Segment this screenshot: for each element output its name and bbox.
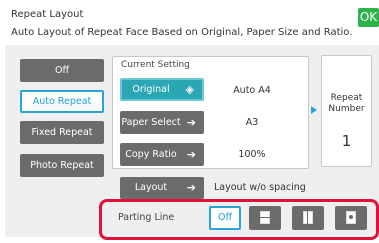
mode-fixed-repeat-button[interactable]: Fixed Repeat bbox=[20, 121, 104, 144]
copy-ratio-button[interactable]: Copy Ratio ➔ bbox=[120, 143, 204, 166]
repeat-number-label: Repeat Number bbox=[328, 93, 365, 114]
triangle-right-icon bbox=[311, 106, 317, 114]
ok-button[interactable]: OK bbox=[358, 8, 379, 27]
diamond-arrow-icon: ◈ bbox=[185, 83, 194, 96]
copy-ratio-label: Copy Ratio bbox=[125, 149, 177, 160]
parting-line-off-button[interactable]: Off bbox=[209, 206, 241, 230]
page-subtitle: Auto Layout of Repeat Face Based on Orig… bbox=[11, 27, 353, 38]
parting-line-horizontal-button[interactable] bbox=[249, 206, 281, 230]
paper-select-value: A3 bbox=[245, 117, 259, 128]
arrow-right-icon: ➔ bbox=[186, 181, 196, 194]
mode-off-button[interactable]: Off bbox=[20, 59, 104, 82]
parting-line-label: Parting Line bbox=[118, 212, 175, 223]
header: Repeat Layout Auto Layout of Repeat Face… bbox=[0, 0, 379, 45]
mode-photo-repeat-button[interactable]: Photo Repeat bbox=[20, 154, 104, 177]
parting-line-cross-button[interactable] bbox=[335, 206, 367, 230]
page-icon bbox=[303, 211, 313, 224]
arrow-right-icon: ➔ bbox=[186, 116, 196, 129]
layout-button-label: Layout bbox=[134, 182, 168, 193]
horizontal-line-icon bbox=[260, 217, 270, 218]
copy-ratio-value: 100% bbox=[238, 149, 266, 160]
original-value: Auto A4 bbox=[233, 85, 271, 96]
vertical-line-icon bbox=[307, 211, 308, 224]
current-setting-label: Current Setting bbox=[121, 60, 190, 70]
dot-icon bbox=[349, 215, 353, 219]
layout-value: Layout w/o spacing bbox=[214, 182, 306, 193]
original-button-label: Original bbox=[132, 84, 170, 95]
layout-button[interactable]: Layout ➔ bbox=[120, 177, 204, 199]
arrow-right-icon: ➔ bbox=[186, 148, 196, 161]
paper-select-label: Paper Select bbox=[121, 117, 181, 128]
repeat-number-value: 1 bbox=[341, 132, 352, 150]
mode-auto-repeat-button[interactable]: Auto Repeat bbox=[20, 90, 104, 113]
original-button[interactable]: Original ◈ bbox=[120, 78, 204, 101]
page-title: Repeat Layout bbox=[11, 9, 84, 20]
paper-select-button[interactable]: Paper Select ➔ bbox=[120, 111, 204, 134]
parting-line-vertical-button[interactable] bbox=[292, 206, 324, 230]
